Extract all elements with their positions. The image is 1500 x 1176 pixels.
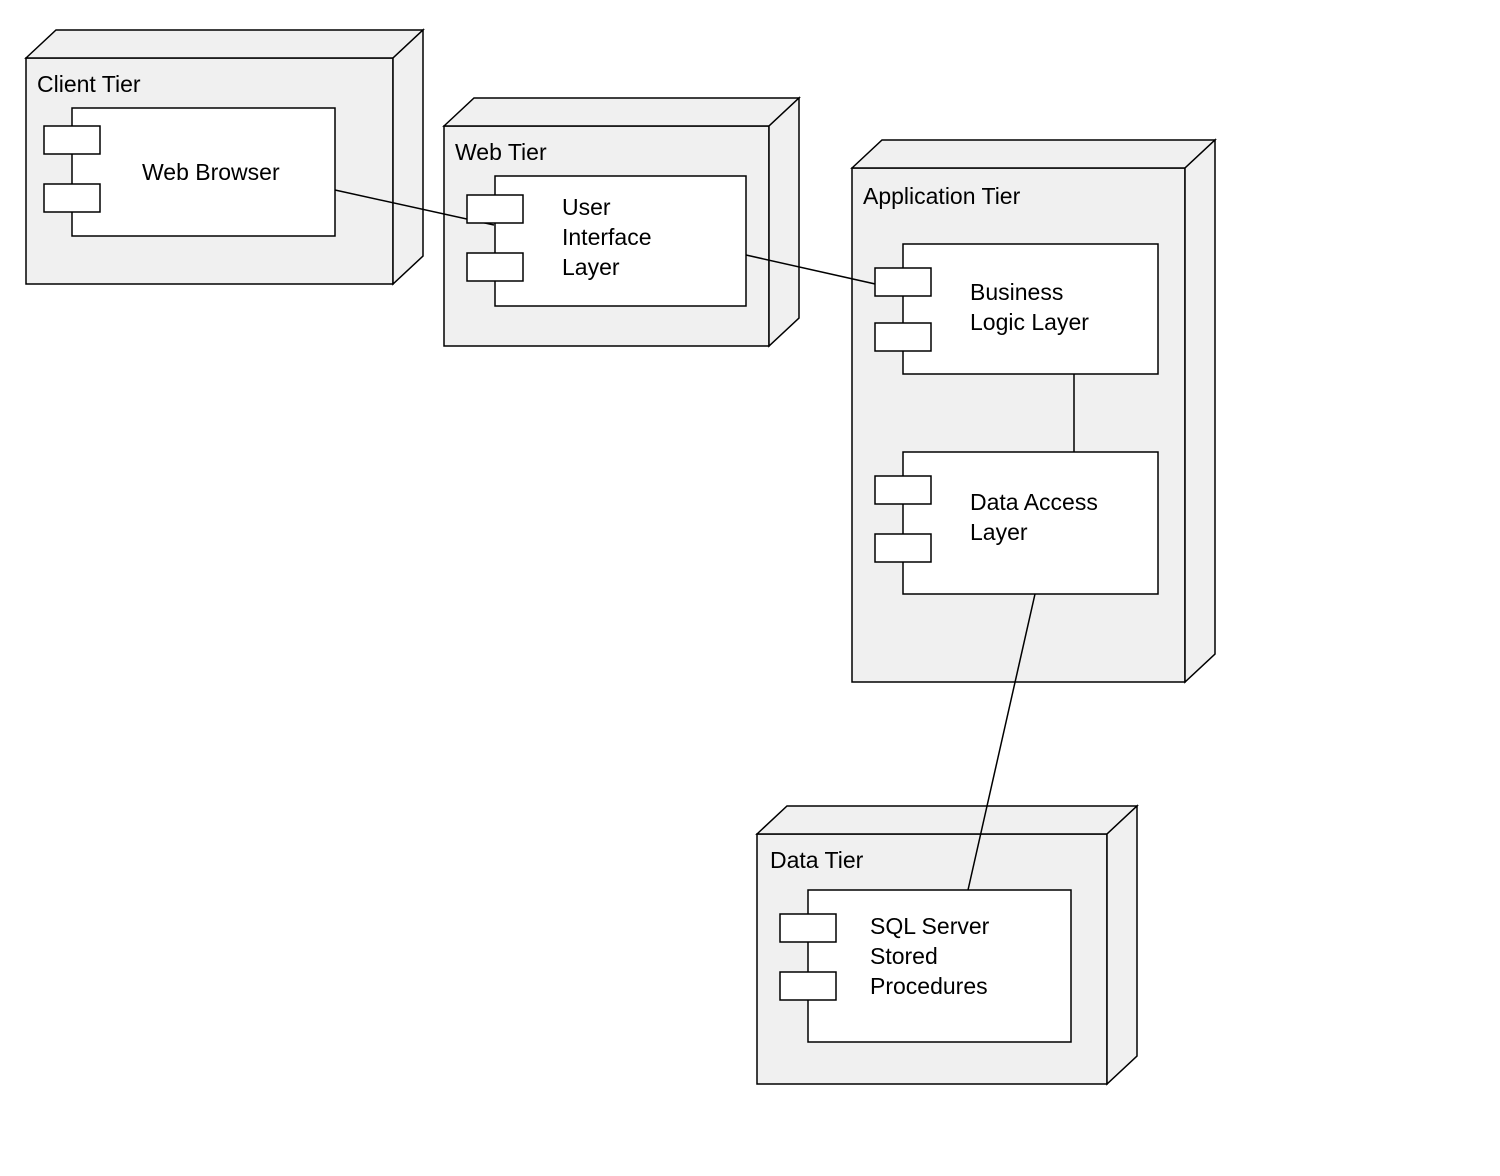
application-tier-label: Application Tier	[863, 183, 1021, 209]
web-browser-component: Web Browser	[44, 108, 335, 236]
sql-label-3: Procedures	[870, 973, 988, 999]
data-tier-label: Data Tier	[770, 847, 864, 873]
ui-layer-label-3: Layer	[562, 254, 620, 280]
web-browser-label: Web Browser	[142, 159, 280, 185]
sql-label-1: SQL Server	[870, 913, 990, 939]
sql-component: SQL Server Stored Procedures	[780, 890, 1071, 1042]
sql-label-2: Stored	[870, 943, 938, 969]
web-tier-label: Web Tier	[455, 139, 547, 165]
ui-layer-label-1: User	[562, 194, 611, 220]
dal-label-2: Layer	[970, 519, 1028, 545]
deployment-diagram: Client Tier Web Tier Application Tier Da…	[0, 0, 1500, 1176]
business-logic-component: Business Logic Layer	[875, 244, 1158, 374]
client-tier-label: Client Tier	[37, 71, 141, 97]
ui-layer-component: User Interface Layer	[467, 176, 746, 306]
ui-layer-label-2: Interface	[562, 224, 652, 250]
bll-label-1: Business	[970, 279, 1063, 305]
bll-label-2: Logic Layer	[970, 309, 1089, 335]
data-access-component: Data Access Layer	[875, 452, 1158, 594]
dal-label-1: Data Access	[970, 489, 1098, 515]
